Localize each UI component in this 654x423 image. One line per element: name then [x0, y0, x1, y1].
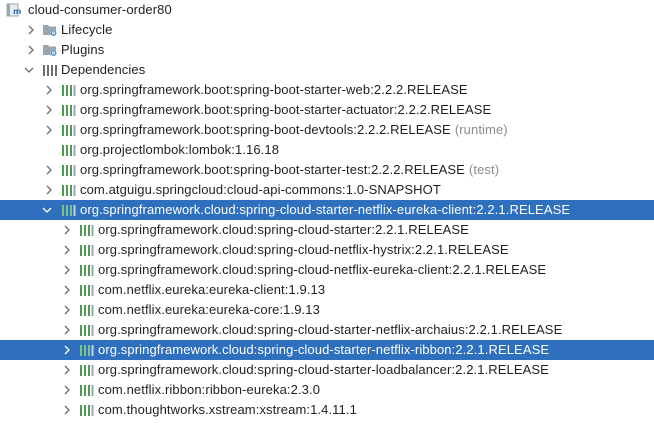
folder-gear-icon	[42, 23, 58, 37]
transitive-dependency-row[interactable]: org.springframework.cloud:spring-cloud-s…	[0, 360, 654, 380]
dependency-label: org.springframework.cloud:spring-cloud-n…	[98, 242, 509, 257]
chevron-right-icon[interactable]	[26, 20, 38, 40]
tree-node-plugins[interactable]: Plugins	[0, 40, 654, 60]
chevron-right-icon[interactable]	[62, 260, 74, 280]
dependency-label: org.springframework.boot:spring-boot-dev…	[80, 122, 451, 137]
transitive-dependency-row-selected[interactable]: org.springframework.cloud:spring-cloud-s…	[0, 340, 654, 360]
chevron-right-icon[interactable]	[44, 80, 56, 100]
folder-gear-icon	[42, 43, 58, 57]
dependency-label: org.springframework.cloud:spring-cloud-n…	[98, 262, 547, 277]
chevron-right-icon[interactable]	[44, 180, 56, 200]
chevron-down-icon[interactable]	[24, 60, 36, 80]
library-icon	[79, 303, 95, 317]
transitive-dependency-row[interactable]: com.netflix.ribbon:ribbon-eureka:2.3.0	[0, 380, 654, 400]
dependency-row[interactable]: org.springframework.boot:spring-boot-sta…	[0, 160, 654, 180]
chevron-right-icon[interactable]	[62, 240, 74, 260]
transitive-dependency-row[interactable]: com.netflix.eureka:eureka-client:1.9.13	[0, 280, 654, 300]
library-icon	[61, 83, 77, 97]
project-name: cloud-consumer-order80	[28, 2, 172, 17]
chevron-right-icon[interactable]	[62, 340, 74, 360]
library-bars-icon	[42, 63, 58, 77]
dependency-row[interactable]: org.springframework.boot:spring-boot-dev…	[0, 120, 654, 140]
chevron-down-icon[interactable]	[42, 200, 54, 220]
dependency-label: org.springframework.cloud:spring-cloud-s…	[98, 342, 550, 357]
library-icon	[79, 263, 95, 277]
library-icon	[79, 403, 95, 417]
chevron-right-icon[interactable]	[62, 280, 74, 300]
library-icon	[61, 143, 77, 157]
dependency-label: com.atguigu.springcloud:cloud-api-common…	[80, 182, 441, 197]
dependency-row[interactable]: org.springframework.boot:spring-boot-sta…	[0, 100, 654, 120]
tree-node-dependencies[interactable]: Dependencies	[0, 60, 654, 80]
dependency-label: org.springframework.cloud:spring-cloud-s…	[98, 322, 563, 337]
dependency-label: com.thoughtworks.xstream:xstream:1.4.11.…	[98, 402, 357, 417]
dependency-row[interactable]: com.atguigu.springcloud:cloud-api-common…	[0, 180, 654, 200]
dependency-label: org.springframework.boot:spring-boot-sta…	[80, 82, 468, 97]
chevron-right-icon[interactable]	[62, 220, 74, 240]
chevron-right-icon[interactable]	[62, 380, 74, 400]
library-icon	[79, 243, 95, 257]
dependency-label: org.springframework.boot:spring-boot-sta…	[80, 162, 465, 177]
dependency-scope: (runtime)	[454, 122, 508, 137]
chevron-right-icon[interactable]	[44, 100, 56, 120]
transitive-dependency-row[interactable]: com.netflix.eureka:eureka-core:1.9.13	[0, 300, 654, 320]
dependency-label: org.springframework.boot:spring-boot-sta…	[80, 102, 492, 117]
dependency-label: com.netflix.eureka:eureka-core:1.9.13	[98, 302, 320, 317]
library-icon	[79, 223, 95, 237]
dependency-label: com.netflix.ribbon:ribbon-eureka:2.3.0	[98, 382, 321, 397]
library-icon	[61, 123, 77, 137]
dependency-label: com.netflix.eureka:eureka-client:1.9.13	[98, 282, 326, 297]
chevron-right-icon[interactable]	[44, 120, 56, 140]
library-icon	[79, 343, 95, 357]
tree-node-lifecycle[interactable]: Lifecycle	[0, 20, 654, 40]
dependency-label: org.projectlombok:lombok:1.16.18	[80, 142, 280, 157]
tree-node-label: Lifecycle	[61, 22, 113, 37]
tree-node-label: Dependencies	[61, 62, 146, 77]
dependency-row-selected[interactable]: org.springframework.cloud:spring-cloud-s…	[0, 200, 654, 220]
library-icon	[61, 183, 77, 197]
library-icon	[61, 163, 77, 177]
tree-node-label: Plugins	[61, 42, 105, 57]
chevron-right-icon[interactable]	[62, 320, 74, 340]
svg-text:m: m	[13, 7, 21, 16]
transitive-dependency-row[interactable]: com.thoughtworks.xstream:xstream:1.4.11.…	[0, 400, 654, 420]
project-root-row[interactable]: m cloud-consumer-order80	[0, 0, 654, 20]
dependency-label: org.springframework.cloud:spring-cloud-s…	[98, 222, 469, 237]
library-icon	[79, 383, 95, 397]
chevron-right-icon[interactable]	[26, 40, 38, 60]
chevron-right-icon[interactable]	[62, 360, 74, 380]
dependency-row[interactable]: org.projectlombok:lombok:1.16.18	[0, 140, 654, 160]
chevron-right-icon[interactable]	[44, 160, 56, 180]
dependency-row[interactable]: org.springframework.boot:spring-boot-sta…	[0, 80, 654, 100]
chevron-right-icon[interactable]	[62, 300, 74, 320]
transitive-dependency-row[interactable]: org.springframework.cloud:spring-cloud-s…	[0, 220, 654, 240]
library-icon	[61, 103, 77, 117]
dependency-label: org.springframework.cloud:spring-cloud-s…	[98, 362, 549, 377]
library-icon	[79, 323, 95, 337]
maven-project-tree: m cloud-consumer-order80 Lifecycle Plugi…	[0, 0, 654, 423]
maven-module-icon: m	[6, 3, 22, 17]
library-icon	[79, 363, 95, 377]
transitive-dependency-row[interactable]: org.springframework.cloud:spring-cloud-n…	[0, 260, 654, 280]
library-icon	[79, 283, 95, 297]
library-icon	[61, 203, 77, 217]
transitive-dependency-row[interactable]: org.springframework.cloud:spring-cloud-n…	[0, 240, 654, 260]
chevron-right-icon[interactable]	[62, 400, 74, 420]
dependency-label: org.springframework.cloud:spring-cloud-s…	[80, 202, 571, 217]
dependency-scope: (test)	[468, 162, 500, 177]
transitive-dependency-row[interactable]: org.springframework.cloud:spring-cloud-s…	[0, 320, 654, 340]
